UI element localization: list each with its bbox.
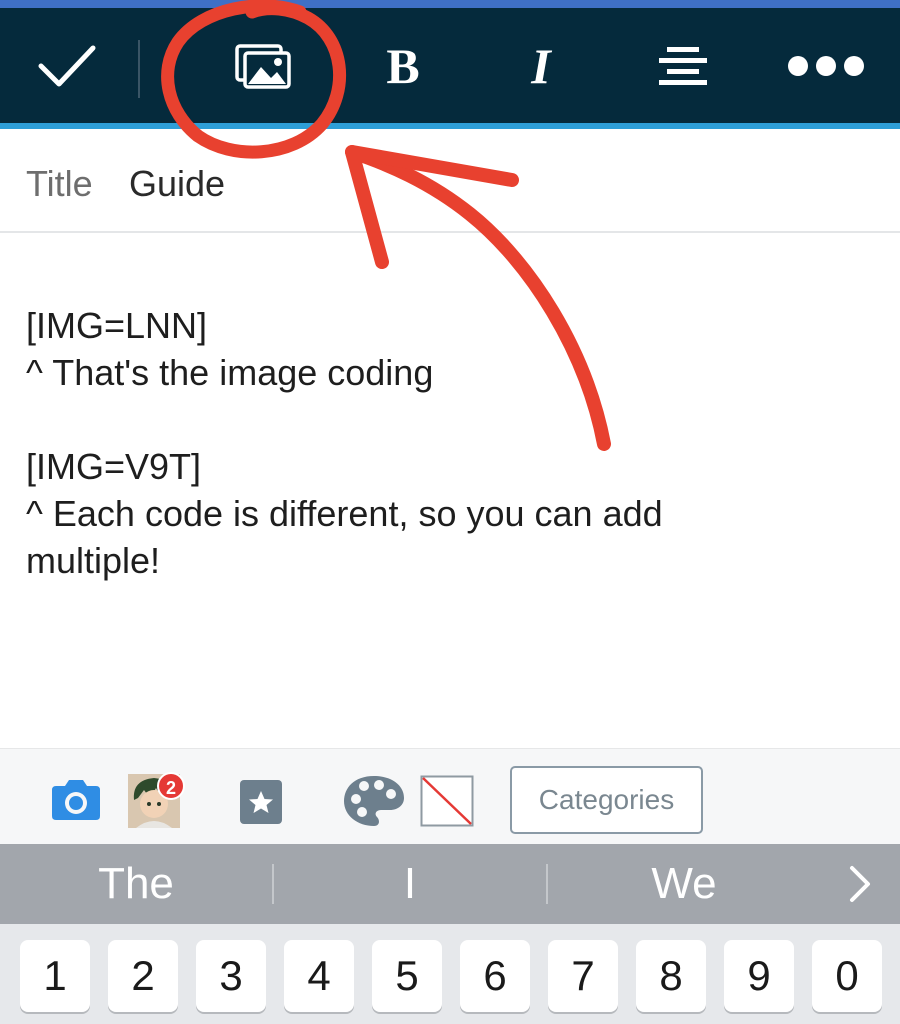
more-button[interactable]: [778, 8, 874, 123]
more-horizontal-icon: [788, 55, 864, 76]
sticker-button[interactable]: [240, 780, 282, 829]
star-sticker-icon: [240, 780, 282, 824]
bold-button[interactable]: B: [360, 8, 446, 123]
toolbar-divider: [138, 40, 140, 98]
key-2[interactable]: 2: [108, 940, 178, 1012]
key-3[interactable]: 3: [196, 940, 266, 1012]
categories-label: Categories: [538, 784, 675, 815]
key-5[interactable]: 5: [372, 940, 442, 1012]
body-blank-line: [26, 396, 876, 443]
suggestion-label: We: [651, 859, 717, 908]
title-input[interactable]: Guide: [129, 163, 225, 205]
no-background-icon: [420, 775, 474, 827]
align-button[interactable]: [640, 8, 726, 123]
key-4[interactable]: 4: [284, 940, 354, 1012]
italic-label: I: [531, 37, 551, 94]
palette-icon: [344, 776, 404, 826]
key-0[interactable]: 0: [812, 940, 882, 1012]
insert-image-button[interactable]: [218, 8, 308, 123]
body-line: [IMG=V9T]: [26, 446, 202, 487]
key-6[interactable]: 6: [460, 940, 530, 1012]
suggestion-label: I: [403, 859, 417, 908]
key-7[interactable]: 7: [548, 940, 618, 1012]
palette-button[interactable]: [342, 774, 406, 833]
key-1[interactable]: 1: [20, 940, 90, 1012]
body-line: [IMG=LNN]: [26, 305, 208, 346]
camera-icon: [52, 780, 100, 820]
chevron-right-icon: [850, 866, 870, 902]
bold-label: B: [386, 37, 420, 94]
suggestion-item[interactable]: The: [0, 844, 272, 924]
italic-button[interactable]: I: [498, 8, 584, 123]
align-center-icon: [659, 46, 707, 85]
no-background-button[interactable]: [420, 775, 474, 832]
more-suggestions-button[interactable]: [830, 844, 890, 924]
notification-badge: 2: [157, 772, 185, 800]
body-line: multiple!: [26, 540, 161, 581]
status-strip: [0, 0, 900, 8]
check-icon: [38, 45, 96, 86]
key-9[interactable]: 9: [724, 940, 794, 1012]
key-8[interactable]: 8: [636, 940, 706, 1012]
keyboard-suggestion-bar: The I We: [0, 844, 900, 924]
title-row[interactable]: Title Guide: [0, 129, 900, 233]
editor-toolbar: [0, 8, 900, 123]
image-icon: [235, 43, 291, 89]
camera-button[interactable]: [48, 778, 104, 827]
title-label: Title: [26, 163, 93, 204]
keyboard-number-row: 1 2 3 4 5 6 7 8 9 0: [0, 924, 900, 1024]
suggestion-item[interactable]: We: [548, 844, 820, 924]
categories-button[interactable]: Categories: [510, 766, 703, 834]
body-line: ^ Each code is different, so you can add: [26, 493, 663, 534]
suggestion-item[interactable]: I: [274, 844, 546, 924]
body-line: ^ That's the image coding: [26, 352, 434, 393]
suggestion-label: The: [98, 859, 174, 908]
post-body-editor[interactable]: [IMG=LNN] ^ That's the image coding [IMG…: [26, 302, 876, 584]
confirm-button[interactable]: [22, 8, 112, 123]
